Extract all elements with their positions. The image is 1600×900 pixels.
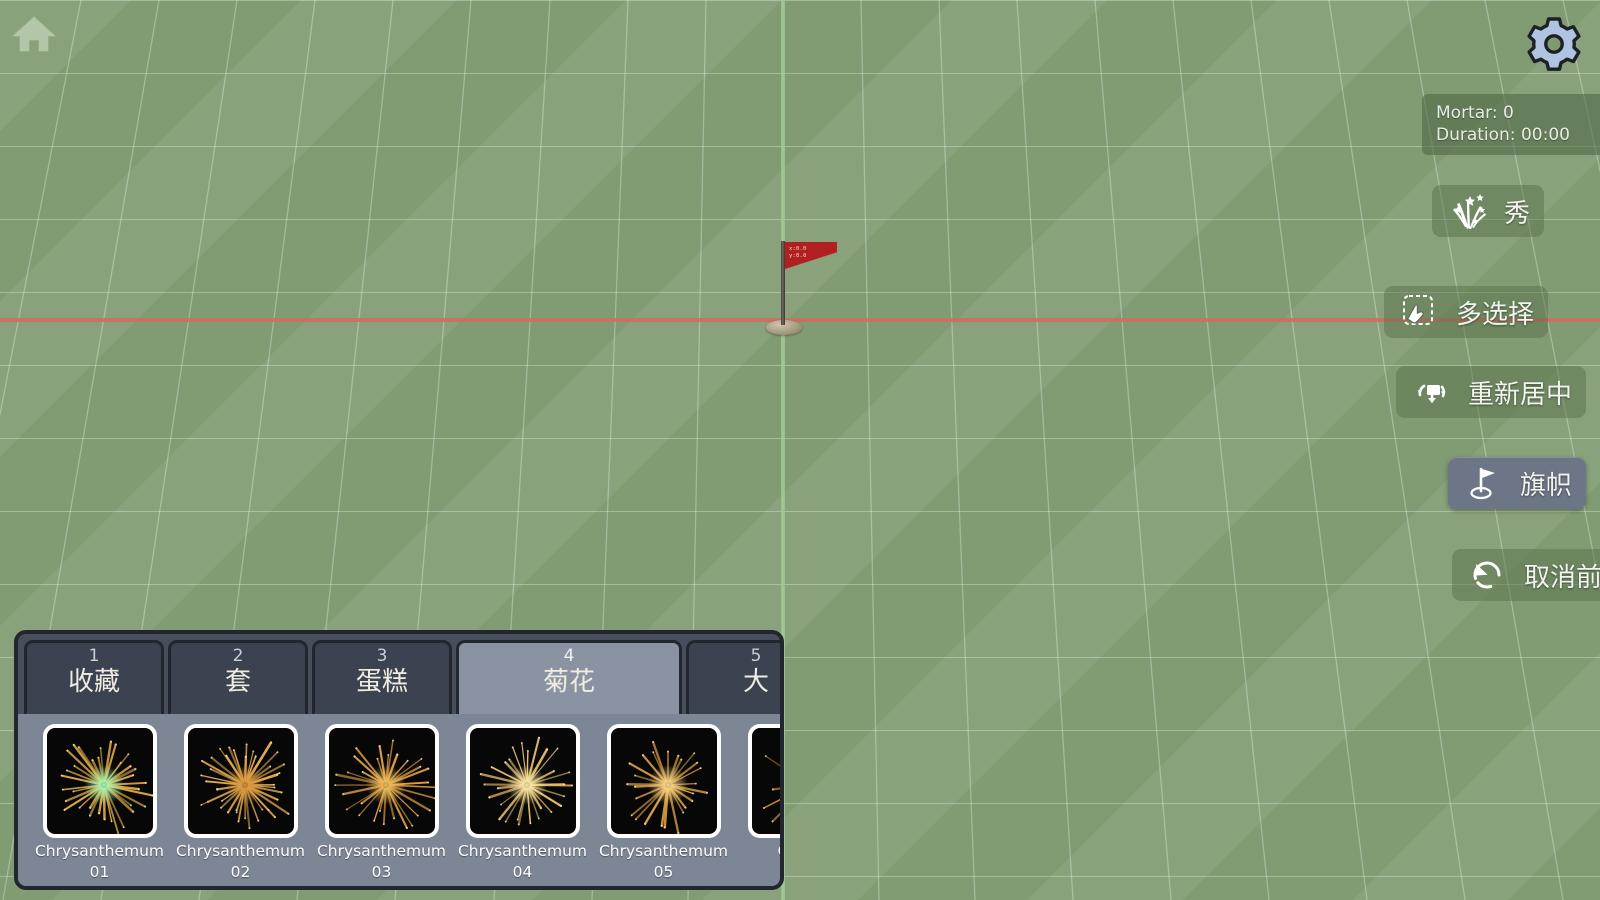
- scene-info-box: Mortar: 0 Duration: 00:00: [1422, 94, 1600, 155]
- tab-number: 2: [232, 646, 244, 666]
- x-axis-line: [0, 318, 1600, 322]
- firework-thumbnail[interactable]: [183, 724, 298, 838]
- firework-name-line2: 05: [653, 863, 674, 881]
- firework-name-line1: Chrysa: [778, 841, 780, 862]
- library-tab-3[interactable]: 3 蛋糕: [312, 640, 452, 714]
- tool-button-show[interactable]: 秀: [1432, 185, 1545, 237]
- tab-number: 5: [750, 646, 762, 666]
- library-item[interactable]: Chrysa: [739, 724, 780, 886]
- tool-button-recenter[interactable]: 重新居中: [1396, 366, 1587, 418]
- tool-label-recenter: 重新居中: [1468, 379, 1573, 410]
- library-item[interactable]: Chrysanthemum 03: [316, 724, 447, 886]
- show-duration: Duration: 00:00: [1436, 125, 1570, 145]
- multi-select-icon: [1400, 292, 1440, 332]
- flag-tool-icon: [1464, 463, 1504, 503]
- recenter-icon: [1412, 372, 1452, 412]
- undo-icon: [1468, 555, 1508, 595]
- library-item[interactable]: Chrysanthemum 02: [175, 724, 306, 886]
- firework-name-line1: Chrysanthemum: [598, 842, 729, 860]
- firework-thumbnail[interactable]: [465, 724, 580, 838]
- firework-name-label: Chrysanthemum 05: [599, 841, 728, 883]
- flag-coord-y: y:0.0: [789, 252, 807, 259]
- firework-name-line2: 03: [371, 863, 392, 881]
- library-tab-1[interactable]: 1 收藏: [24, 640, 164, 714]
- library-item[interactable]: Chrysanthemum 05: [598, 724, 729, 886]
- tool-label-flag: 旗帜: [1520, 470, 1573, 501]
- firework-library-panel[interactable]: 1 收藏 2 套 3 蛋糕 4 菊花 5 大 Chrysanthemum 01 Ch…: [14, 630, 784, 890]
- tool-label-show: 秀: [1504, 198, 1531, 229]
- tab-label: 套: [224, 667, 251, 697]
- firework-thumbnail[interactable]: [606, 724, 721, 838]
- tool-button-undo[interactable]: 取消前: [1452, 549, 1600, 601]
- firework-name-line2: 01: [89, 863, 110, 881]
- firework-name-line1: Chrysanthemum: [34, 842, 165, 860]
- library-tab-4[interactable]: 4 菊花: [456, 640, 682, 714]
- firework-thumbnail[interactable]: [324, 724, 439, 838]
- firework-name-line1: Chrysanthemum: [457, 842, 588, 860]
- flag-coord-x: x:0.0: [789, 246, 807, 252]
- firework-name-line1: Chrysanthemum: [316, 842, 447, 860]
- tab-number: 4: [563, 646, 575, 666]
- firework-thumbnail[interactable]: [747, 724, 780, 838]
- tool-button-multiselect[interactable]: 多选择: [1384, 286, 1549, 338]
- library-tab-5[interactable]: 5 大: [686, 640, 780, 714]
- firework-name-label: Chrysanthemum 02: [176, 841, 305, 883]
- tool-button-flag[interactable]: 旗帜: [1448, 457, 1587, 509]
- fireworks-burst-icon: [1448, 191, 1488, 231]
- tool-label-undo: 取消前: [1524, 562, 1600, 593]
- firework-thumbnail[interactable]: [42, 724, 157, 838]
- firework-name-label: Chrysanthemum 01: [35, 841, 164, 883]
- tool-label-multiselect: 多选择: [1456, 299, 1535, 330]
- tab-label: 大: [742, 667, 769, 697]
- flag-cloth: [785, 242, 837, 269]
- mortar-count: Mortar: 0: [1436, 103, 1514, 123]
- library-tab-strip[interactable]: 1 收藏 2 套 3 蛋糕 4 菊花 5 大: [18, 634, 780, 714]
- firework-name-line2: 02: [230, 863, 251, 881]
- library-item-strip[interactable]: Chrysanthemum 01 Chrysanthemum 02 Chrysanthe…: [18, 714, 780, 886]
- library-item[interactable]: Chrysanthemum 01: [34, 724, 165, 886]
- firework-name-line1: Chrysanthemum: [175, 842, 306, 860]
- tab-label: 蛋糕: [355, 667, 408, 697]
- firework-name-label: Chrysanthemum 03: [317, 841, 446, 883]
- tab-label: 收藏: [67, 667, 120, 697]
- tab-number: 3: [376, 646, 388, 666]
- flag-coordinates: x:0.0 y:0.0: [789, 246, 807, 259]
- firework-name-label: Chrysanthemum 04: [458, 841, 587, 883]
- tab-number: 1: [88, 646, 100, 666]
- firework-name-label: Chrysa: [778, 841, 780, 862]
- gear-icon[interactable]: [1526, 16, 1582, 72]
- library-item[interactable]: Chrysanthemum 04: [457, 724, 588, 886]
- library-tab-2[interactable]: 2 套: [168, 640, 308, 714]
- tab-label: 菊花: [542, 667, 595, 697]
- home-icon[interactable]: [10, 10, 58, 58]
- firework-name-line2: 04: [512, 863, 533, 881]
